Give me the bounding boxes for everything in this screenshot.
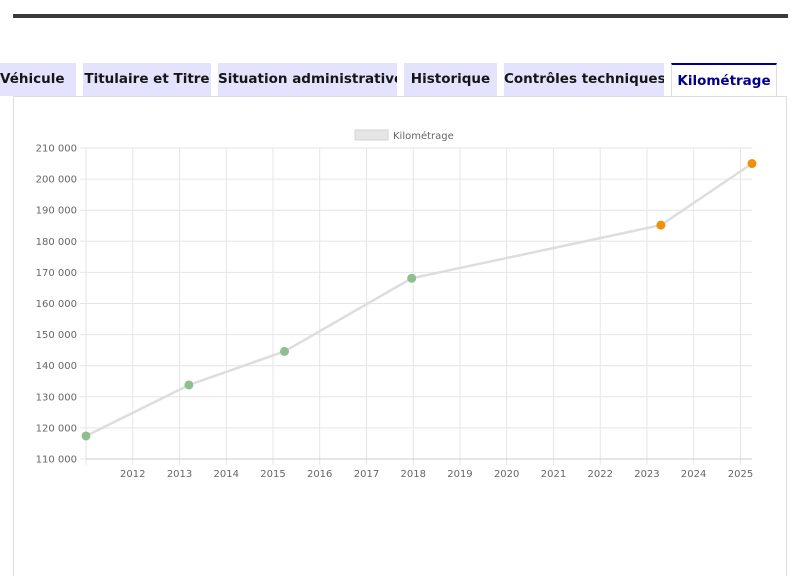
x-tick-label: 2020 (494, 469, 519, 480)
chart-legend: Kilométrage (354, 129, 454, 142)
y-tick-label: 110 000 (36, 455, 77, 466)
data-point (407, 273, 417, 283)
x-tick-label: 2022 (587, 469, 612, 480)
y-tick-label: 140 000 (36, 361, 77, 372)
y-tick-label: 150 000 (36, 330, 77, 341)
y-tick-label: 130 000 (36, 392, 77, 403)
data-point (279, 346, 289, 356)
chart-grid (80, 147, 752, 465)
mileage-chart: 210 000 200 000 190 000 180 000 170 000 160 0… (36, 129, 757, 480)
x-tick-label: 2012 (120, 469, 145, 480)
y-tick-label: 170 000 (36, 268, 77, 279)
y-tick-label: 190 000 (36, 206, 77, 217)
x-tick-label: 2019 (447, 469, 472, 480)
x-tick-label: 2018 (401, 469, 426, 480)
x-axis-ticks: 2012 2013 2014 2015 2016 2017 2018 2019 2020 2021… (120, 469, 753, 480)
x-tick-label: 2013 (167, 469, 192, 480)
data-point (747, 159, 757, 169)
y-tick-label: 200 000 (36, 175, 77, 186)
data-point (81, 431, 91, 441)
x-tick-label: 2015 (260, 469, 285, 480)
series-kilometrage (81, 159, 757, 441)
x-tick-label: 2021 (541, 469, 566, 480)
x-tick-label: 2017 (354, 469, 379, 480)
legend-label: Kilométrage (393, 130, 454, 142)
y-tick-label: 180 000 (36, 237, 77, 248)
y-tick-label: 210 000 (36, 144, 77, 155)
x-tick-label: 2016 (307, 469, 332, 480)
y-axis-ticks: 210 000 200 000 190 000 180 000 170 000 160 0… (36, 144, 77, 466)
y-tick-label: 160 000 (36, 299, 77, 310)
y-tick-label: 120 000 (36, 423, 77, 434)
series-line (85, 162, 753, 438)
x-tick-label: 2014 (214, 469, 239, 480)
legend-swatch (354, 129, 389, 141)
data-point (184, 380, 194, 390)
x-tick-label: 2025 (728, 469, 753, 480)
data-point (656, 220, 666, 230)
x-tick-label: 2024 (681, 469, 706, 480)
x-tick-label: 2023 (634, 469, 659, 480)
